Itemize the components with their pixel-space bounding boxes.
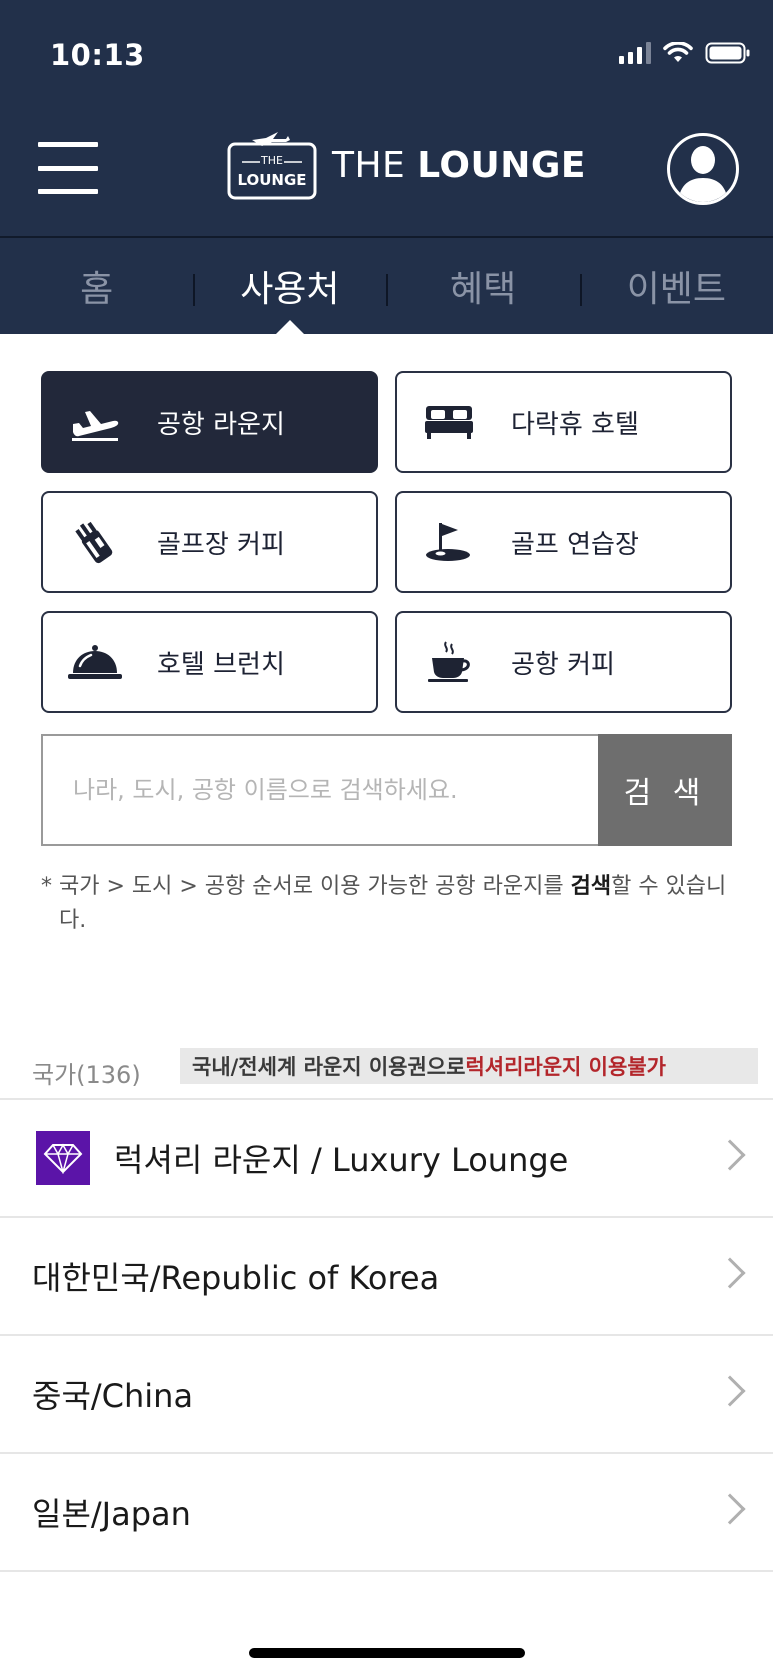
category-golf-course-coffee[interactable]: 골프장 커피 bbox=[41, 491, 378, 593]
country-list: 럭셔리 라운지 / Luxury Lounge 대한민국/Republic of… bbox=[0, 1098, 773, 1572]
note-body: 국가 > 도시 > 공항 순서로 이용 가능한 공항 라운지를 검색할 수 있습… bbox=[41, 870, 741, 938]
list-item-japan[interactable]: 일본/Japan bbox=[0, 1454, 773, 1572]
category-label: 공항 라운지 bbox=[157, 409, 285, 440]
category-grid: 공항 라운지 다락휴 호텔 골프장 커피 골프 연습장 호텔 브런치 공항 커피 bbox=[41, 371, 732, 713]
tab-benefits[interactable]: 혜택 bbox=[387, 238, 580, 334]
category-label: 다락휴 호텔 bbox=[511, 409, 639, 440]
brand-logo[interactable]: THE LOUNGE THE LOUNGE bbox=[226, 130, 586, 200]
chevron-right-icon bbox=[714, 1375, 746, 1407]
user-icon bbox=[678, 146, 728, 202]
category-label: 골프 연습장 bbox=[511, 529, 639, 560]
search-button[interactable]: 검 색 bbox=[598, 734, 732, 846]
bed-icon bbox=[421, 399, 477, 445]
list-item-luxury-lounge[interactable]: 럭셔리 라운지 / Luxury Lounge bbox=[0, 1100, 773, 1218]
note-bold-text: 검색 bbox=[570, 874, 612, 899]
chevron-right-icon bbox=[714, 1257, 746, 1289]
list-item-china[interactable]: 중국/China bbox=[0, 1336, 773, 1454]
list-item-label: 중국/China bbox=[32, 1377, 194, 1415]
category-darakhyu-hotel[interactable]: 다락휴 호텔 bbox=[395, 371, 732, 473]
tab-events[interactable]: 이벤트 bbox=[580, 238, 773, 334]
lounge-badge-icon: THE LOUNGE bbox=[226, 130, 318, 200]
note-text: 국가 > 도시 > 공항 순서로 이용 가능한 공항 라운지를 bbox=[59, 874, 571, 899]
diamond-icon bbox=[36, 1131, 90, 1185]
main-tabs: 홈 사용처 혜택 이벤트 bbox=[0, 236, 773, 334]
tab-divider bbox=[386, 274, 388, 306]
app-header: 10:13 THE LOUNGE THE LOUNGE bbox=[0, 0, 773, 236]
category-label: 공항 커피 bbox=[511, 649, 615, 680]
brand-name-light: THE bbox=[332, 144, 418, 186]
golf-bag-icon bbox=[67, 519, 123, 565]
tab-divider bbox=[193, 274, 195, 306]
coffee-cup-icon bbox=[421, 639, 477, 685]
list-item-label: 대한민국/Republic of Korea bbox=[32, 1259, 440, 1297]
status-time: 10:13 bbox=[50, 38, 145, 72]
brand-name: THE LOUNGE bbox=[332, 145, 586, 186]
notice-highlight: 럭셔리라운지 이용불가 bbox=[465, 1055, 666, 1079]
country-count: 국가(136) bbox=[32, 1060, 141, 1089]
cloche-icon bbox=[67, 639, 123, 685]
battery-icon bbox=[705, 42, 750, 64]
category-golf-practice-range[interactable]: 골프 연습장 bbox=[395, 491, 732, 593]
search-input[interactable] bbox=[41, 734, 598, 846]
search-bar: 검 색 bbox=[41, 734, 732, 846]
golf-flag-icon bbox=[421, 519, 477, 565]
tab-home[interactable]: 홈 bbox=[0, 238, 193, 334]
usage-notice: 국내/전세계 라운지 이용권으로 럭셔리라운지 이용불가 bbox=[180, 1048, 758, 1084]
brand-name-bold: LOUNGE bbox=[417, 144, 587, 186]
category-label: 골프장 커피 bbox=[157, 529, 285, 560]
menu-button[interactable] bbox=[38, 142, 98, 194]
status-icons bbox=[619, 42, 751, 64]
badge-bottom-text: LOUNGE bbox=[237, 171, 307, 189]
profile-button[interactable] bbox=[667, 133, 739, 205]
category-hotel-brunch[interactable]: 호텔 브런치 bbox=[41, 611, 378, 713]
list-item-korea[interactable]: 대한민국/Republic of Korea bbox=[0, 1218, 773, 1336]
airplane-icon bbox=[67, 399, 123, 445]
note-asterisk: * bbox=[41, 874, 52, 899]
category-airport-lounge[interactable]: 공항 라운지 bbox=[41, 371, 378, 473]
list-item-label: 럭셔리 라운지 / Luxury Lounge bbox=[114, 1141, 569, 1179]
chevron-right-icon bbox=[714, 1139, 746, 1171]
list-item-label: 일본/Japan bbox=[32, 1495, 191, 1533]
tab-divider bbox=[580, 274, 582, 306]
category-label: 호텔 브런치 bbox=[157, 649, 285, 680]
badge-top-text: THE bbox=[261, 154, 283, 167]
cellular-signal-icon bbox=[619, 42, 651, 64]
active-tab-indicator bbox=[275, 320, 305, 335]
search-note: * 국가 > 도시 > 공항 순서로 이용 가능한 공항 라운지를 검색할 수 … bbox=[41, 870, 741, 938]
home-indicator bbox=[249, 1648, 525, 1658]
notice-text: 국내/전세계 라운지 이용권으로 bbox=[192, 1055, 466, 1079]
category-airport-coffee[interactable]: 공항 커피 bbox=[395, 611, 732, 713]
chevron-right-icon bbox=[714, 1493, 746, 1525]
wifi-icon bbox=[663, 42, 693, 62]
